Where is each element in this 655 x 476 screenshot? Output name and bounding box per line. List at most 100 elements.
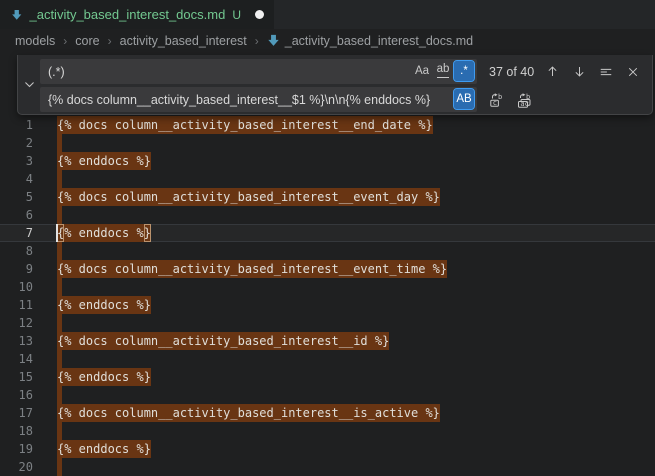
- empty-match-strip: [57, 242, 62, 260]
- breadcrumb-item-models[interactable]: models: [15, 34, 55, 48]
- line-number: 5: [0, 188, 33, 206]
- match-highlight: {% enddocs %}: [57, 368, 151, 386]
- line-content: [57, 350, 62, 368]
- line-number: 11: [0, 296, 33, 314]
- line-number: 8: [0, 242, 33, 260]
- close-icon: [627, 66, 639, 78]
- code-line-20[interactable]: 20: [0, 458, 655, 476]
- arrow-up-icon: [546, 65, 559, 78]
- selection-lines-icon: [599, 65, 613, 79]
- find-replace-widget: (.*) Aa ab .* 37 of 40: [17, 55, 653, 115]
- tab-bar: _activity_based_interest_docs.md U: [0, 0, 655, 29]
- line-number: 3: [0, 152, 33, 170]
- code-line-9[interactable]: 9{% docs column__activity_based_interest…: [0, 260, 655, 278]
- editor-pane[interactable]: (.*) Aa ab .* 37 of 40: [0, 52, 655, 470]
- line-number: 15: [0, 368, 33, 386]
- code-area[interactable]: 1 {% docs column__activity_based_interest…: [0, 116, 655, 476]
- code-line-1[interactable]: 1 {% docs column__activity_based_interest…: [0, 116, 655, 134]
- line-content: {% enddocs %}: [57, 368, 151, 386]
- regex-toggle[interactable]: .*: [454, 61, 474, 81]
- empty-match-strip: [57, 278, 62, 296]
- svg-text:b: b: [498, 92, 502, 100]
- line-number: 16: [0, 386, 33, 404]
- breadcrumb-item-folder[interactable]: activity_based_interest: [120, 34, 247, 48]
- empty-match-strip: [57, 314, 62, 332]
- code-line-8[interactable]: 8: [0, 242, 655, 260]
- bracket-match-close: }: [144, 224, 151, 242]
- line-number: 18: [0, 422, 33, 440]
- code-line-2[interactable]: 2: [0, 134, 655, 152]
- line-content: [57, 206, 62, 224]
- find-input[interactable]: (.*) Aa ab .*: [40, 59, 477, 84]
- line-number: 2: [0, 134, 33, 152]
- match-highlight: {% enddocs %}: [57, 296, 151, 314]
- empty-match-strip: [57, 350, 62, 368]
- code-line-5[interactable]: 5{% docs column__activity_based_interest…: [0, 188, 655, 206]
- breadcrumb-separator: ›: [108, 34, 112, 48]
- code-line-13[interactable]: 13 {% docs column__activity_based_interes…: [0, 332, 655, 350]
- code-line-11[interactable]: 11 {% enddocs %}: [0, 296, 655, 314]
- replace-button[interactable]: b c: [487, 90, 507, 110]
- code-line-10[interactable]: 10: [0, 278, 655, 296]
- line-content: {% enddocs %}: [57, 224, 151, 242]
- chevron-down-icon: [23, 78, 36, 91]
- text-cursor: [56, 224, 58, 242]
- find-in-selection-button[interactable]: [596, 62, 616, 82]
- line-content: {% enddocs %}: [57, 296, 151, 314]
- empty-match-strip: [57, 458, 62, 476]
- line-content: [57, 422, 62, 440]
- line-content: {% docs column__activity_based_interest_…: [57, 404, 440, 422]
- markdown-icon: [267, 34, 280, 47]
- modified-indicator-dot[interactable]: [255, 10, 264, 19]
- code-line-15[interactable]: 15 {% enddocs %}: [0, 368, 655, 386]
- line-content: {% enddocs %}: [57, 440, 151, 458]
- replace-icon: b c: [489, 92, 505, 108]
- code-line-6[interactable]: 6: [0, 206, 655, 224]
- code-line-7[interactable]: 7{% enddocs %}: [0, 224, 655, 242]
- line-content: [57, 278, 62, 296]
- line-content: [57, 458, 62, 476]
- replace-all-button[interactable]: b ac: [514, 90, 534, 110]
- line-content: {% docs column__activity_based_interest_…: [57, 332, 389, 350]
- empty-match-strip: [57, 422, 62, 440]
- breadcrumb-item-file[interactable]: _activity_based_interest_docs.md: [267, 34, 473, 48]
- code-line-17[interactable]: 17 {% docs column__activity_based_interes…: [0, 404, 655, 422]
- svg-text:c: c: [493, 99, 497, 107]
- svg-text:ac: ac: [520, 100, 528, 108]
- code-line-4[interactable]: 4: [0, 170, 655, 188]
- code-line-12[interactable]: 12: [0, 314, 655, 332]
- code-line-3[interactable]: 3 {% enddocs %}: [0, 152, 655, 170]
- breadcrumb: models › core › activity_based_interest …: [0, 29, 655, 52]
- line-number: 13: [0, 332, 33, 350]
- match-highlight: {% docs column__activity_based_interest_…: [57, 404, 440, 422]
- line-number: 4: [0, 170, 33, 188]
- editor-tab[interactable]: _activity_based_interest_docs.md U: [0, 0, 274, 29]
- match-count: 37 of 40: [489, 65, 534, 79]
- match-highlight: {% enddocs %}: [57, 440, 151, 458]
- line-number: 1: [0, 116, 33, 134]
- bracket-match-open: {: [57, 224, 64, 242]
- close-find-button[interactable]: [623, 62, 643, 82]
- markdown-icon: [11, 8, 22, 22]
- line-content: [57, 170, 62, 188]
- line-number: 17: [0, 404, 33, 422]
- code-line-16[interactable]: 16: [0, 386, 655, 404]
- code-line-14[interactable]: 14: [0, 350, 655, 368]
- replace-input[interactable]: {% docs column__activity_based_interest_…: [40, 87, 477, 112]
- previous-match-button[interactable]: [542, 62, 562, 82]
- toggle-replace-button[interactable]: [18, 55, 40, 114]
- empty-match-strip: [57, 206, 62, 224]
- code-line-18[interactable]: 18: [0, 422, 655, 440]
- line-number: 10: [0, 278, 33, 296]
- match-highlight: {% docs column__activity_based_interest_…: [57, 332, 389, 350]
- preserve-case-toggle[interactable]: AB: [454, 89, 474, 109]
- tab-filename: _activity_based_interest_docs.md: [29, 7, 225, 22]
- whole-word-toggle[interactable]: ab: [433, 61, 453, 81]
- breadcrumb-item-core[interactable]: core: [75, 34, 99, 48]
- next-match-button[interactable]: [569, 62, 589, 82]
- breadcrumb-separator: ›: [63, 34, 67, 48]
- code-line-19[interactable]: 19{% enddocs %}: [0, 440, 655, 458]
- line-content: {% docs column__activity_based_interest_…: [57, 116, 433, 134]
- match-highlight: {% enddocs %}: [57, 152, 151, 170]
- match-case-toggle[interactable]: Aa: [412, 61, 432, 81]
